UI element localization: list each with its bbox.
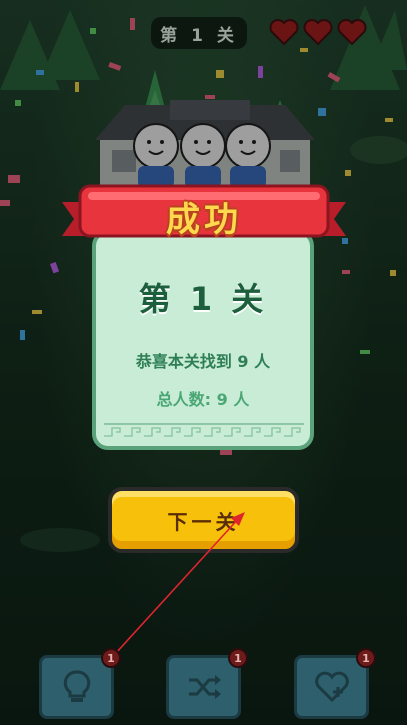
lightbulb-icon xyxy=(63,670,90,702)
shuffle-icon xyxy=(188,675,221,699)
hint-count-badge: 1 xyxy=(101,648,121,668)
shuffle-button[interactable]: 1 xyxy=(166,648,248,719)
pointer-arrow xyxy=(83,512,245,689)
add-life-count-badge: 1 xyxy=(356,648,376,668)
shuffle-count-badge: 1 xyxy=(228,648,248,668)
hint-button[interactable]: 1 xyxy=(39,648,121,719)
add-life-button[interactable]: 1 xyxy=(294,648,376,719)
heart-plus-icon xyxy=(314,671,349,703)
